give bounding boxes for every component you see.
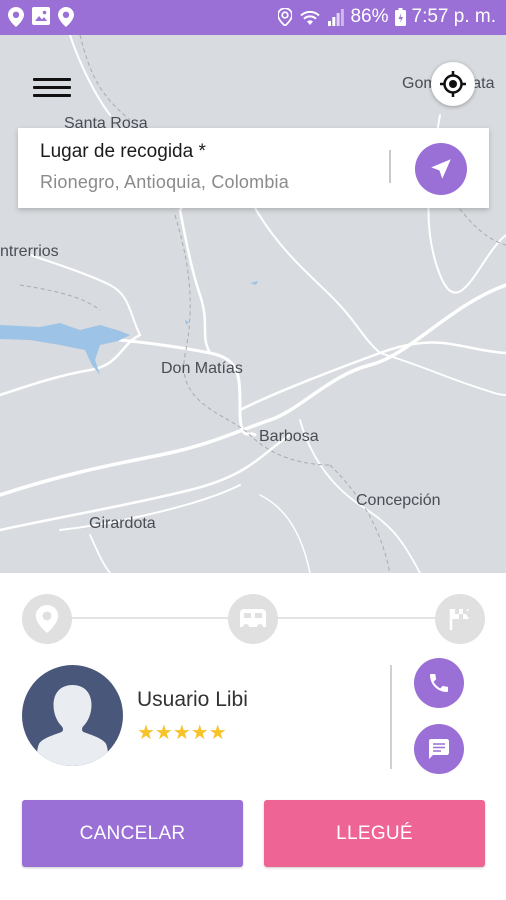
car-icon [240,609,266,630]
pickup-address[interactable]: Rionegro, Antioquia, Colombia [40,172,289,193]
hamburger-menu-button[interactable] [30,73,74,109]
crosshair-icon [440,71,466,97]
chat-icon [429,739,449,759]
user-silhouette-icon [36,685,109,766]
message-button[interactable] [414,724,464,774]
arrived-button[interactable]: LLEGUÉ [264,800,485,867]
location-pin-icon [58,7,74,27]
navigation-arrow-icon [431,159,451,179]
wifi-icon [298,8,322,26]
step-ride [228,594,278,644]
status-bar: 86% 7:57 p. m. [0,0,506,35]
navigate-button[interactable] [415,143,467,195]
system-status: 86% 7:57 p. m. [278,6,496,28]
location-icon [278,8,293,26]
phone-icon [430,674,448,692]
signal-icon [328,8,345,26]
pickup-card[interactable]: Lugar de recogida * Rionegro, Antioquia,… [18,128,489,208]
notification-icons [8,7,74,27]
call-button[interactable] [414,658,464,708]
map-view[interactable]: Santa Rosa Gomez Plata ntrerrios Don Mat… [0,35,506,573]
map-label-barbosa: Barbosa [259,428,319,445]
rating-stars: ★★★★★ [137,722,227,744]
pickup-title: Lugar de recogida * [40,141,206,162]
map-label-concepcion: Concepción [356,492,441,509]
battery-percent: 86% [350,6,389,27]
step-pickup [22,594,72,644]
my-location-button[interactable] [431,62,475,106]
finish-flag-icon [449,609,469,630]
clock: 7:57 p. m. [411,6,497,27]
contact-divider [390,665,392,769]
driver-name: Usuario Libi [137,688,248,711]
image-icon [32,7,50,27]
pin-icon [35,605,59,633]
location-pin-icon [8,7,24,27]
trip-progress [0,573,506,663]
map-label-girardota: Girardota [89,515,156,532]
menu-bar [33,94,71,97]
map-label-entrerrios: ntrerrios [0,243,59,260]
avatar [22,665,123,766]
map-label-don-matias: Don Matías [161,360,243,377]
menu-bar [33,86,71,89]
cancel-button[interactable]: CANCELAR [22,800,243,867]
menu-bar [33,78,71,81]
step-destination [435,594,485,644]
battery-icon [394,8,406,26]
pickup-divider [389,150,391,183]
